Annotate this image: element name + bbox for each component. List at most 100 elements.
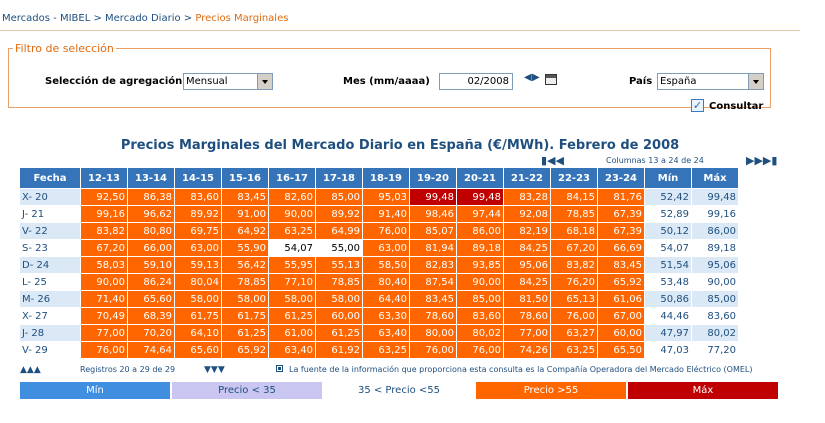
column-header: 17-18 (316, 168, 362, 188)
column-header: 12-13 (81, 168, 127, 188)
columns-info: Columnas 13 a 24 de 24 (606, 156, 704, 165)
prev-month-icon[interactable]: ◀ (524, 72, 532, 83)
chevron-down-icon[interactable] (748, 74, 763, 89)
price-cell: 84,15 (551, 189, 597, 205)
price-cell: 55,90 (222, 240, 268, 256)
legend-mid: 35 < Precio <55 (324, 382, 474, 399)
column-header: 15-16 (222, 168, 268, 188)
price-cell: 67,39 (598, 223, 644, 239)
scroll-down-icon[interactable]: ▼▼▼ (204, 365, 225, 375)
info-bullet-icon (276, 365, 283, 372)
country-select[interactable]: España (657, 73, 764, 90)
max-cell: 86,00 (692, 223, 738, 239)
price-cell: 63,27 (551, 325, 597, 341)
min-cell: 44,46 (645, 308, 691, 324)
price-cell: 81,94 (410, 240, 456, 256)
max-cell: 95,06 (692, 257, 738, 273)
price-cell: 61,92 (316, 342, 362, 358)
filter-legend: Filtro de selección (15, 42, 114, 55)
first-page-icon[interactable]: ▮◀◀ (541, 154, 564, 167)
scroll-up-icon[interactable]: ▲▲▲ (20, 365, 41, 375)
price-cell: 63,40 (363, 325, 409, 341)
source-note: La fuente de la información que proporci… (289, 365, 753, 374)
price-cell: 59,13 (175, 257, 221, 273)
next-month-icon[interactable]: ▶ (532, 72, 540, 83)
price-cell: 99,48 (457, 189, 503, 205)
price-cell: 89,92 (316, 206, 362, 222)
price-cell: 61,75 (222, 308, 268, 324)
consult-checkbox-icon[interactable]: ✓ (691, 99, 704, 112)
price-cell: 65,60 (128, 291, 174, 307)
table-row: L- 25 90,00 86,24 80,04 78,85 77,10 78,85 80,40… (20, 274, 738, 290)
consult-label[interactable]: Consultar (709, 101, 763, 112)
price-cell: 65,13 (551, 291, 597, 307)
column-header: 18-19 (363, 168, 409, 188)
aggregation-value: Mensual (186, 76, 228, 87)
price-cell: 76,20 (551, 274, 597, 290)
column-header: 13-14 (128, 168, 174, 188)
date-cell: D- 24 (20, 257, 80, 273)
min-cell: 54,07 (645, 240, 691, 256)
price-cell: 69,75 (175, 223, 221, 239)
price-cell: 87,54 (410, 274, 456, 290)
price-cell: 76,00 (551, 308, 597, 324)
price-cell: 58,50 (363, 257, 409, 273)
price-cell: 58,00 (269, 291, 315, 307)
price-cell: 78,85 (316, 274, 362, 290)
price-cell: 89,18 (457, 240, 503, 256)
price-cell: 99,16 (81, 206, 127, 222)
price-cell: 64,92 (222, 223, 268, 239)
price-cell: 74,64 (128, 342, 174, 358)
max-cell: 80,02 (692, 325, 738, 341)
price-cell: 85,00 (316, 189, 362, 205)
price-cell: 85,07 (410, 223, 456, 239)
max-cell: 83,60 (692, 308, 738, 324)
price-cell: 63,40 (269, 342, 315, 358)
price-cell: 85,00 (457, 291, 503, 307)
column-header: Mín (645, 168, 691, 188)
price-cell: 67,00 (598, 308, 644, 324)
column-header: 14-15 (175, 168, 221, 188)
price-cell: 67,20 (551, 240, 597, 256)
price-cell: 80,00 (410, 325, 456, 341)
price-cell: 99,48 (410, 189, 456, 205)
price-cell: 55,13 (316, 257, 362, 273)
price-cell: 58,00 (222, 291, 268, 307)
price-cell: 80,02 (457, 325, 503, 341)
price-cell: 93,85 (457, 257, 503, 273)
price-cell: 68,18 (551, 223, 597, 239)
chevron-down-icon[interactable] (257, 74, 272, 89)
price-cell: 61,00 (269, 325, 315, 341)
price-cell: 83,82 (81, 223, 127, 239)
price-cell: 82,60 (269, 189, 315, 205)
price-cell: 65,60 (175, 342, 221, 358)
column-header: 20-21 (457, 168, 503, 188)
price-cell: 81,50 (504, 291, 550, 307)
price-cell: 61,25 (269, 308, 315, 324)
date-cell: J- 28 (20, 325, 80, 341)
price-cell: 67,20 (81, 240, 127, 256)
table-header-row: Fecha 12-13 13-14 14-15 15-16 16-17 17-18 18-19… (20, 168, 738, 188)
table-row: D- 24 58,03 59,10 59,13 56,42 55,95 55,13 58,50… (20, 257, 738, 273)
breadcrumb-separator: > (180, 13, 196, 24)
price-cell: 78,60 (410, 308, 456, 324)
last-page-icon[interactable]: ▶▶▶▮ (746, 154, 777, 167)
price-cell: 92,08 (504, 206, 550, 222)
breadcrumb-separator: > (90, 13, 106, 24)
price-cell: 78,85 (551, 206, 597, 222)
breadcrumb-mercado-diario-link[interactable]: Mercado Diario (105, 13, 181, 24)
country-label: País (629, 76, 653, 87)
price-cell: 66,00 (128, 240, 174, 256)
price-cell: 84,25 (504, 240, 550, 256)
calendar-icon[interactable] (545, 74, 557, 85)
price-cell: 78,85 (222, 274, 268, 290)
date-cell: L- 25 (20, 274, 80, 290)
price-cell: 83,82 (551, 257, 597, 273)
aggregation-select[interactable]: Mensual (183, 73, 273, 90)
month-input[interactable]: 02/2008 (439, 73, 513, 90)
breadcrumb-mercados-link[interactable]: Mercados - MIBEL (2, 13, 90, 24)
date-cell: S- 23 (20, 240, 80, 256)
price-cell: 77,10 (269, 274, 315, 290)
price-cell: 60,00 (316, 308, 362, 324)
price-cell: 83,60 (457, 308, 503, 324)
